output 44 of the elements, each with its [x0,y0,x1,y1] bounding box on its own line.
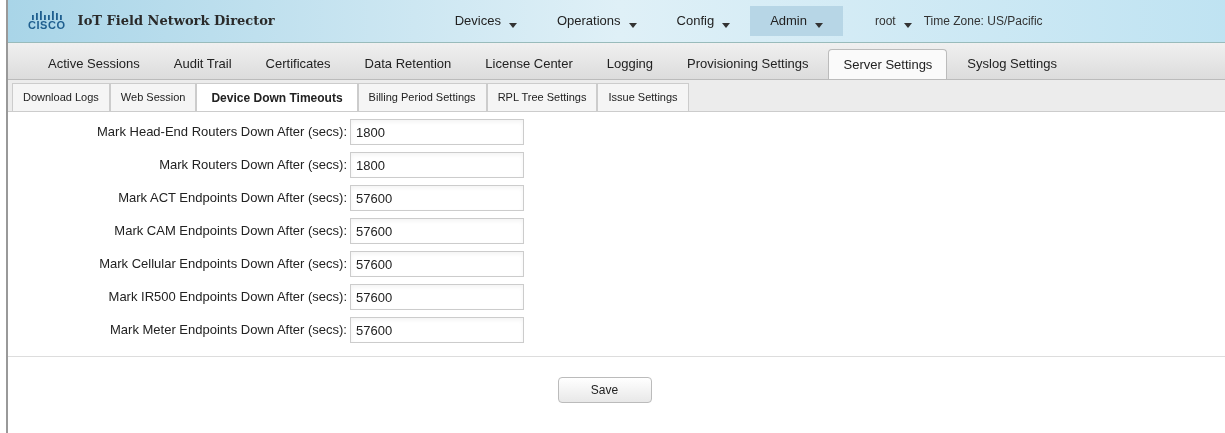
caret-icon [815,22,823,28]
tab[interactable]: Logging [592,49,668,79]
field-label: Mark CAM Endpoints Down After (secs): [113,222,348,241]
menu-item[interactable]: Operations [536,6,657,36]
tab[interactable]: Active Sessions [34,49,154,79]
tab[interactable]: License Center [471,49,587,79]
field-label: Mark Head-End Routers Down After (secs): [96,123,348,142]
subtab[interactable]: Web Session [109,83,197,111]
input-field[interactable]: 57600 [350,218,524,244]
input-field[interactable]: 1800 [350,119,524,145]
menu-item[interactable]: Admin [750,6,843,36]
field-label: Mark ACT Endpoints Down After (secs): [117,189,348,208]
field-label: Mark Cellular Endpoints Down After (secs): [98,255,348,274]
caret-icon [722,22,731,28]
subtab[interactable]: Billing Period Settings [357,83,487,111]
tab[interactable]: Syslog Settings [953,49,1071,79]
input-field[interactable]: 57600 [350,317,524,343]
input-field[interactable]: 1800 [350,152,524,178]
tab[interactable]: Data Retention [350,49,466,79]
save-button[interactable]: Save [557,377,652,403]
subtab[interactable]: Issue Settings [597,83,689,111]
caret-icon [903,22,912,28]
app-title: IoT Field Network Director [77,12,275,31]
field-label: Mark IR500 Endpoints Down After (secs): [107,288,348,307]
menu-item[interactable]: Config [656,6,751,36]
caret-icon [508,22,517,28]
menu-item[interactable]: Devices [434,6,537,36]
tab[interactable]: Server Settings [828,49,948,79]
input-field[interactable]: 57600 [350,284,524,310]
tab[interactable]: Certificates [251,49,345,79]
input-field[interactable]: 57600 [350,251,524,277]
tab[interactable]: Audit Trail [159,49,246,79]
logo-text: CISCO [28,20,66,31]
tab[interactable]: Provisioning Settings [673,49,823,79]
subtab[interactable]: RPL Tree Settings [486,83,598,111]
field-label: Mark Routers Down After (secs): [158,156,348,175]
input-field[interactable]: 57600 [350,185,524,211]
subtab[interactable]: Download Logs [12,83,110,111]
logo-bars-icon [31,11,62,20]
timezone-label: Time Zone: US/Pacific [923,13,1043,30]
subtab[interactable]: Device Down Timeouts [196,83,358,111]
field-label: Mark Meter Endpoints Down After (secs): [109,321,348,340]
user-menu[interactable]: root [875,12,912,30]
caret-icon [628,22,637,28]
